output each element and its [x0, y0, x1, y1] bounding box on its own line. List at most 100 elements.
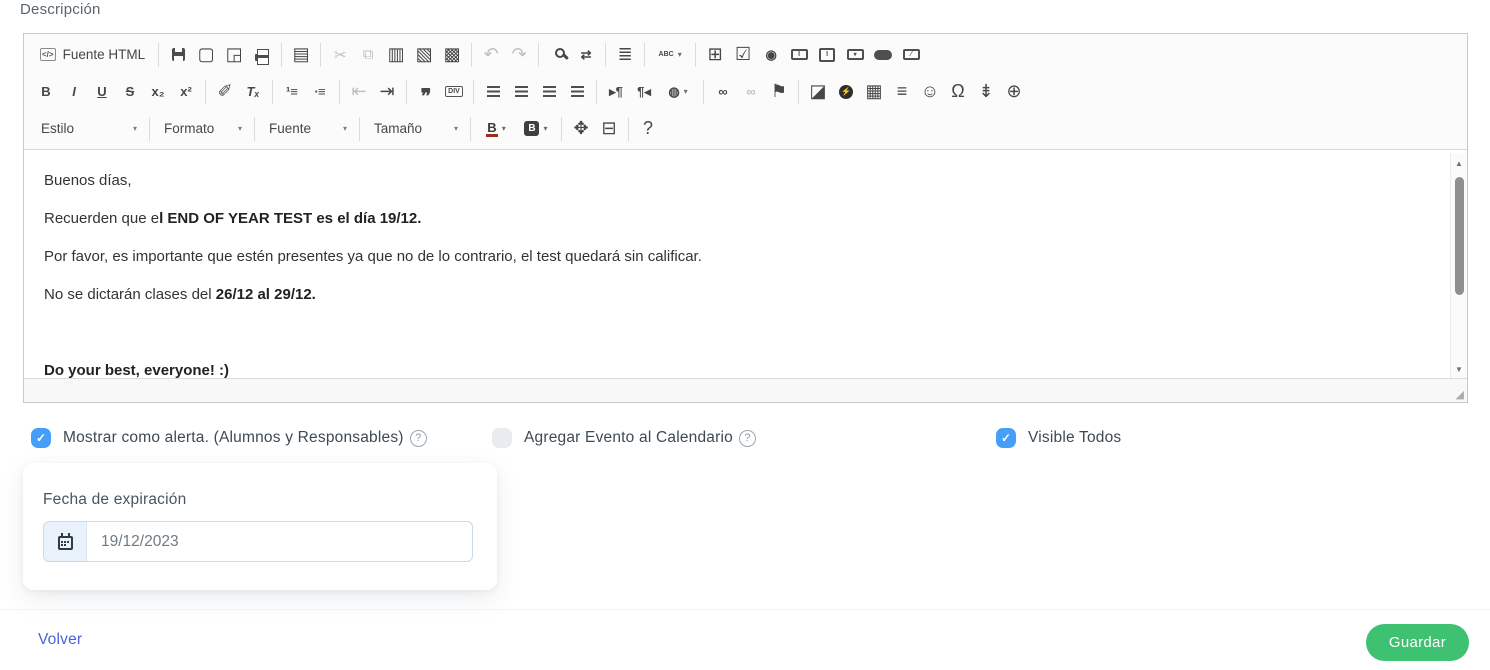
undo-button[interactable]: ↶: [478, 42, 504, 68]
replace-button[interactable]: ⇄: [573, 42, 599, 68]
option-show-as-alert: ✓ Mostrar como alerta. (Alumnos y Respon…: [31, 427, 427, 449]
save-button[interactable]: Guardar: [1365, 624, 1469, 661]
add-event-label: Agregar Evento al Calendario: [524, 429, 733, 446]
language-button[interactable]: ◍ ▾: [659, 79, 697, 105]
back-link[interactable]: Volver: [38, 631, 82, 649]
justify-button[interactable]: [564, 79, 590, 105]
subscript-button[interactable]: x₂: [145, 79, 171, 105]
form-button[interactable]: ⊞: [702, 42, 728, 68]
align-center-button[interactable]: [508, 79, 534, 105]
bulleted-list-button[interactable]: ∙≡: [307, 79, 333, 105]
bidi-rtl-button[interactable]: ¶◂: [631, 79, 657, 105]
indent-button[interactable]: ⇥: [374, 79, 400, 105]
align-left-icon: [486, 86, 500, 97]
save-button[interactable]: [165, 42, 191, 68]
background-color-button[interactable]: B ▾: [517, 116, 555, 142]
cut-button[interactable]: ✂: [327, 42, 353, 68]
image-button[interactable]: ◪: [805, 79, 831, 105]
visible-all-checkbox[interactable]: ✓: [996, 428, 1016, 448]
select-field-button[interactable]: ▾: [842, 42, 868, 68]
editor-scrollbar[interactable]: ▲ ▼: [1450, 153, 1467, 379]
italic-button[interactable]: I: [61, 79, 87, 105]
link-button[interactable]: ∞: [710, 79, 736, 105]
horizontal-rule-button[interactable]: ≡: [889, 79, 915, 105]
chevron-down-icon: ▾: [453, 124, 458, 133]
text-field-button[interactable]: I: [786, 42, 812, 68]
iframe-button[interactable]: ⊕: [1001, 79, 1027, 105]
style-dropdown[interactable]: Estilo ▾: [32, 116, 144, 142]
preview-button[interactable]: ◲: [221, 42, 247, 68]
unlink-button[interactable]: ∞: [738, 79, 764, 105]
source-button[interactable]: </> Fuente HTML: [32, 42, 153, 68]
align-left-button[interactable]: [480, 79, 506, 105]
spell-check-button[interactable]: ABC ▾: [651, 42, 689, 68]
redo-button[interactable]: ↷: [506, 42, 532, 68]
strikethrough-button[interactable]: S: [117, 79, 143, 105]
div-container-icon: DIV: [445, 86, 463, 97]
superscript-button[interactable]: x²: [173, 79, 199, 105]
copy-formatting-button[interactable]: ✐: [212, 79, 238, 105]
div-container-button[interactable]: DIV: [441, 79, 467, 105]
bidi-ltr-button[interactable]: ▸¶: [603, 79, 629, 105]
remove-format-button[interactable]: Tₓ: [240, 79, 266, 105]
toolbar-separator: [561, 116, 562, 141]
format-dropdown[interactable]: Formato ▾: [155, 116, 249, 142]
toolbar-row-1: </> Fuente HTML ▢ ◲ ▤ ✂ ⧉ ▥ ▧ ▩ ↶ ↷ ⇄ ≣ …: [28, 36, 1463, 73]
size-dropdown[interactable]: Tamaño ▾: [365, 116, 465, 142]
show-blocks-button[interactable]: ⊟: [596, 116, 622, 142]
toolbar-separator: [628, 116, 629, 141]
find-button[interactable]: [545, 42, 571, 68]
align-center-icon: [514, 86, 528, 97]
help-circle-icon[interactable]: ?: [409, 429, 427, 447]
align-right-button[interactable]: [536, 79, 562, 105]
anchor-icon-button[interactable]: ⚑: [766, 79, 792, 105]
underline-button[interactable]: U: [89, 79, 115, 105]
hidden-field-button[interactable]: ∕: [898, 42, 924, 68]
datepicker-addon[interactable]: [44, 522, 87, 561]
editor-content[interactable]: Buenos días, Recuerden que el END OF YEA…: [24, 153, 1467, 379]
style-dropdown-label: Estilo: [41, 121, 75, 136]
scroll-down-icon[interactable]: ▼: [1451, 361, 1467, 377]
page-break-button[interactable]: ⇟: [973, 79, 999, 105]
smiley-button[interactable]: ☺: [917, 79, 943, 105]
help-circle-icon[interactable]: ?: [738, 429, 756, 447]
maximize-button[interactable]: ✥: [568, 116, 594, 142]
editor-paragraph-empty: [44, 321, 1427, 345]
toolbar-separator: [205, 79, 206, 104]
flash-button[interactable]: ⚡: [833, 79, 859, 105]
font-dropdown[interactable]: Fuente ▾: [260, 116, 354, 142]
show-as-alert-checkbox[interactable]: ✓: [31, 428, 51, 448]
templates-button[interactable]: ▤: [288, 42, 314, 68]
scrollbar-thumb[interactable]: [1454, 177, 1464, 295]
radio-field-button[interactable]: ◉: [758, 42, 784, 68]
resize-handle-icon[interactable]: ◢: [1456, 388, 1464, 401]
checkbox-field-button[interactable]: ☑: [730, 42, 756, 68]
hidden-field-icon: ∕: [902, 49, 920, 60]
paste-button[interactable]: ▥: [383, 42, 409, 68]
outdent-button[interactable]: ⇤: [346, 79, 372, 105]
add-event-checkbox[interactable]: [492, 428, 512, 448]
new-page-button[interactable]: ▢: [193, 42, 219, 68]
toolbar-separator: [473, 79, 474, 104]
button-field-button[interactable]: [870, 42, 896, 68]
help-button[interactable]: ?: [635, 116, 661, 142]
toolbar-separator: [158, 42, 160, 67]
numbered-list-button[interactable]: ¹≡: [279, 79, 305, 105]
table-button[interactable]: ▦: [861, 79, 887, 105]
scroll-up-icon[interactable]: ▲: [1451, 155, 1467, 171]
select-all-button[interactable]: ≣: [612, 42, 638, 68]
copy-button[interactable]: ⧉: [355, 42, 381, 68]
paste-as-text-button[interactable]: ▧: [411, 42, 437, 68]
blockquote-button[interactable]: ❞: [413, 79, 439, 107]
text-color-button[interactable]: B ▾: [477, 116, 515, 142]
toolbar-separator: [320, 42, 322, 67]
paste-from-word-button[interactable]: ▩: [439, 42, 465, 68]
editor-toolbar: </> Fuente HTML ▢ ◲ ▤ ✂ ⧉ ▥ ▧ ▩ ↶ ↷ ⇄ ≣ …: [24, 34, 1467, 150]
toolbar-separator: [605, 42, 607, 67]
textarea-button[interactable]: I: [814, 42, 840, 68]
chevron-down-icon: ▾: [237, 124, 242, 133]
expiration-date-input[interactable]: [87, 522, 472, 561]
special-character-button[interactable]: Ω: [945, 79, 971, 105]
bold-button[interactable]: B: [33, 79, 59, 105]
print-button[interactable]: [249, 42, 275, 68]
